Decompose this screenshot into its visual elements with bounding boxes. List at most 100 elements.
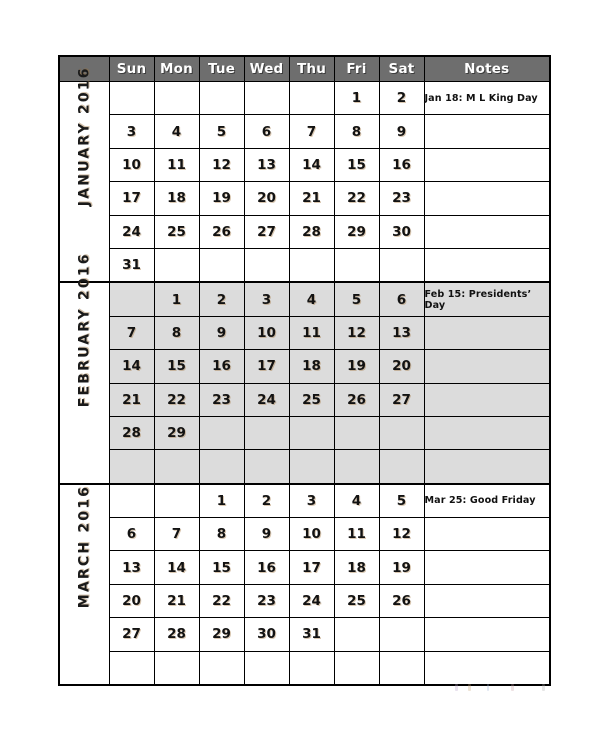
day-cell[interactable]: 11 xyxy=(153,147,200,183)
day-cell[interactable]: 12 xyxy=(333,315,380,351)
notes-cell-empty[interactable] xyxy=(423,550,551,585)
day-cell-empty[interactable] xyxy=(378,449,425,485)
day-cell[interactable]: 29 xyxy=(198,617,245,652)
day-cell[interactable]: 9 xyxy=(378,114,425,149)
day-cell[interactable]: 30 xyxy=(378,214,425,249)
day-cell-empty[interactable] xyxy=(108,449,155,485)
day-cell[interactable]: 6 xyxy=(108,517,155,552)
day-cell[interactable]: 8 xyxy=(198,517,245,552)
day-cell[interactable]: 3 xyxy=(108,114,155,149)
day-cell-empty[interactable] xyxy=(198,650,245,686)
day-cell[interactable]: 11 xyxy=(333,517,380,552)
day-cell-empty[interactable] xyxy=(333,650,380,686)
day-cell[interactable]: 28 xyxy=(153,617,200,652)
day-cell[interactable]: 20 xyxy=(108,583,155,619)
day-cell-empty[interactable] xyxy=(288,415,335,451)
day-cell[interactable]: 8 xyxy=(153,315,200,351)
day-cell[interactable]: 9 xyxy=(243,517,290,552)
day-cell[interactable]: 15 xyxy=(333,147,380,183)
day-cell[interactable]: 3 xyxy=(243,281,290,317)
notes-cell[interactable]: Jan 18: M L King Day xyxy=(423,80,551,116)
day-cell[interactable]: 17 xyxy=(288,550,335,585)
day-cell-empty[interactable] xyxy=(288,449,335,485)
day-cell-empty[interactable] xyxy=(198,449,245,485)
day-cell[interactable]: 5 xyxy=(198,114,245,149)
day-cell-empty[interactable] xyxy=(243,449,290,485)
day-cell[interactable]: 5 xyxy=(333,281,380,317)
day-cell[interactable]: 22 xyxy=(198,583,245,619)
day-cell[interactable]: 2 xyxy=(198,281,245,317)
day-cell[interactable]: 29 xyxy=(333,214,380,249)
day-cell[interactable]: 21 xyxy=(288,181,335,216)
day-cell[interactable]: 20 xyxy=(243,181,290,216)
day-cell[interactable]: 25 xyxy=(333,583,380,619)
notes-cell[interactable]: Mar 25: Good Friday xyxy=(423,482,551,519)
day-cell[interactable]: 16 xyxy=(378,147,425,183)
day-cell[interactable]: 31 xyxy=(288,617,335,652)
day-cell-empty[interactable] xyxy=(333,449,380,485)
day-cell-empty[interactable] xyxy=(108,482,155,519)
day-cell[interactable]: 1 xyxy=(198,482,245,519)
day-cell-empty[interactable] xyxy=(108,281,155,317)
notes-cell-empty[interactable] xyxy=(423,617,551,652)
day-cell-empty[interactable] xyxy=(108,80,155,116)
day-cell[interactable]: 12 xyxy=(378,517,425,552)
day-cell[interactable]: 17 xyxy=(243,349,290,384)
day-cell[interactable]: 27 xyxy=(378,382,425,417)
day-cell[interactable]: 2 xyxy=(378,80,425,116)
day-cell[interactable]: 22 xyxy=(153,382,200,417)
day-cell[interactable]: 10 xyxy=(288,517,335,552)
day-cell[interactable]: 31 xyxy=(108,247,155,283)
notes-cell-empty[interactable] xyxy=(423,382,551,417)
day-cell[interactable]: 16 xyxy=(198,349,245,384)
day-cell-empty[interactable] xyxy=(378,415,425,451)
day-cell[interactable]: 18 xyxy=(153,181,200,216)
day-cell-empty[interactable] xyxy=(153,449,200,485)
notes-cell-empty[interactable] xyxy=(423,415,551,451)
notes-cell-empty[interactable] xyxy=(423,315,551,351)
day-cell-empty[interactable] xyxy=(333,415,380,451)
day-cell[interactable]: 13 xyxy=(378,315,425,351)
day-cell[interactable]: 7 xyxy=(108,315,155,351)
notes-cell-empty[interactable] xyxy=(423,114,551,149)
day-cell[interactable]: 13 xyxy=(108,550,155,585)
day-cell-empty[interactable] xyxy=(243,650,290,686)
day-cell[interactable]: 10 xyxy=(108,147,155,183)
day-cell-empty[interactable] xyxy=(333,617,380,652)
day-cell[interactable]: 13 xyxy=(243,147,290,183)
notes-cell-empty[interactable] xyxy=(423,147,551,183)
day-cell[interactable]: 4 xyxy=(288,281,335,317)
day-cell[interactable]: 27 xyxy=(243,214,290,249)
day-cell[interactable]: 9 xyxy=(198,315,245,351)
day-cell[interactable]: 30 xyxy=(243,617,290,652)
day-cell-empty[interactable] xyxy=(108,650,155,686)
day-cell[interactable]: 8 xyxy=(333,114,380,149)
day-cell-empty[interactable] xyxy=(243,247,290,283)
day-cell-empty[interactable] xyxy=(153,247,200,283)
day-cell[interactable]: 17 xyxy=(108,181,155,216)
day-cell[interactable]: 6 xyxy=(243,114,290,149)
day-cell[interactable]: 14 xyxy=(153,550,200,585)
day-cell[interactable]: 22 xyxy=(333,181,380,216)
notes-cell-empty[interactable] xyxy=(423,349,551,384)
notes-cell-empty[interactable] xyxy=(423,214,551,249)
day-cell-empty[interactable] xyxy=(198,80,245,116)
day-cell[interactable]: 19 xyxy=(333,349,380,384)
day-cell[interactable]: 26 xyxy=(333,382,380,417)
day-cell[interactable]: 23 xyxy=(378,181,425,216)
day-cell-empty[interactable] xyxy=(198,415,245,451)
day-cell[interactable]: 24 xyxy=(288,583,335,619)
day-cell[interactable]: 3 xyxy=(288,482,335,519)
day-cell-empty[interactable] xyxy=(333,247,380,283)
day-cell[interactable]: 2 xyxy=(243,482,290,519)
day-cell-empty[interactable] xyxy=(288,80,335,116)
day-cell[interactable]: 23 xyxy=(198,382,245,417)
day-cell-empty[interactable] xyxy=(288,650,335,686)
day-cell[interactable]: 16 xyxy=(243,550,290,585)
notes-cell-empty[interactable] xyxy=(423,247,551,283)
notes-cell-empty[interactable] xyxy=(423,449,551,485)
notes-cell-empty[interactable] xyxy=(423,583,551,619)
day-cell[interactable]: 1 xyxy=(333,80,380,116)
day-cell[interactable]: 24 xyxy=(108,214,155,249)
day-cell[interactable]: 6 xyxy=(378,281,425,317)
